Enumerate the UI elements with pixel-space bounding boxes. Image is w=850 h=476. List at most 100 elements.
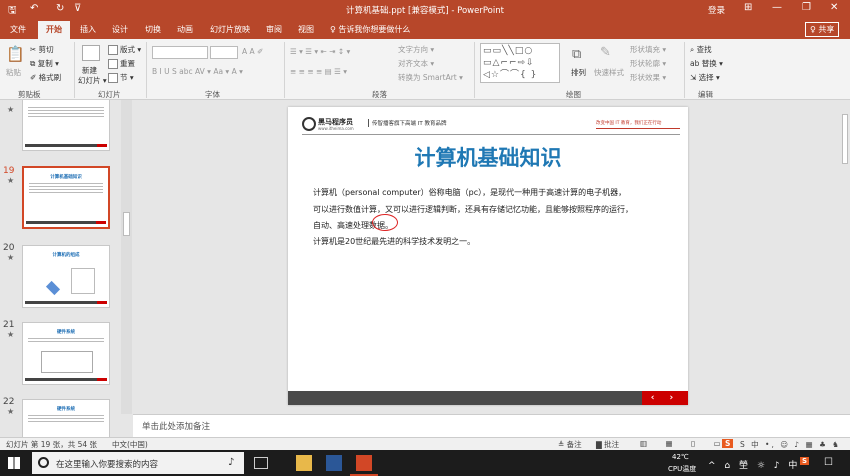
cpu-temperature: 42℃ bbox=[672, 453, 689, 461]
quick-styles-icon[interactable]: ✎ bbox=[600, 45, 611, 60]
file-explorer-icon[interactable] bbox=[296, 455, 312, 471]
slide-body-line[interactable]: 计算机（personal computer）俗称电脑（pc），是现代一种用于高速… bbox=[313, 187, 626, 198]
new-slide-dropdown[interactable]: 幻灯片 ▾ bbox=[78, 75, 107, 86]
slide-thumbnail-20[interactable]: 计算机的组成 bbox=[22, 245, 110, 308]
cut-button[interactable]: ✂ 剪切 bbox=[30, 44, 54, 55]
ink-annotation-circle bbox=[372, 214, 398, 231]
notes-pane[interactable]: 单击此处添加备注 bbox=[133, 414, 850, 437]
comments-toggle-button[interactable]: ▇ 批注 bbox=[596, 439, 619, 450]
brand-logo-icon bbox=[302, 117, 316, 131]
thumbnail-title: 硬件系统 bbox=[57, 330, 75, 335]
view-buttons[interactable]: ▥ ▦ ▯ ▭ bbox=[640, 439, 729, 448]
paste-button[interactable]: 粘贴 bbox=[6, 67, 21, 78]
notes-toggle-button[interactable]: ≜ 备注 bbox=[558, 439, 582, 450]
align-buttons[interactable]: ≡ ≡ ≡ ≡ ▤ ☰ ▾ bbox=[290, 67, 347, 76]
tab-home[interactable]: 开始 bbox=[38, 21, 70, 39]
header-divider bbox=[302, 134, 680, 135]
language-indicator[interactable]: 中文(中国) bbox=[112, 439, 148, 450]
task-view-icon[interactable] bbox=[254, 457, 268, 469]
slide-title[interactable]: 计算机基础知识 bbox=[288, 142, 688, 172]
list-buttons[interactable]: ☰ ▾ ☰ ▾ ⇤ ⇥ ↕ ▾ bbox=[290, 47, 350, 56]
section-button[interactable]: 节 ▾ bbox=[108, 72, 134, 83]
select-button[interactable]: ⇲ 选择 ▾ bbox=[690, 72, 720, 83]
slide-body-line[interactable]: 计算机是20世纪最先进的科学技术发明之一。 bbox=[313, 236, 475, 247]
tab-review[interactable]: 审阅 bbox=[266, 24, 282, 35]
slide-thumbnail-21[interactable]: 硬件系统 bbox=[22, 322, 110, 385]
align-text-button[interactable]: 对齐文本 ▾ bbox=[398, 58, 434, 69]
arrange-icon[interactable]: ⧉ bbox=[572, 47, 581, 62]
scrollbar-thumb[interactable] bbox=[123, 212, 130, 236]
text-direction-button[interactable]: 文字方向 ▾ bbox=[398, 44, 434, 55]
tab-insert[interactable]: 插入 bbox=[80, 24, 96, 35]
thumbnail-title: 计算机的组成 bbox=[52, 253, 80, 258]
font-size-box[interactable] bbox=[210, 46, 238, 59]
tab-design[interactable]: 设计 bbox=[112, 24, 128, 35]
font-name-box[interactable] bbox=[152, 46, 208, 59]
microphone-icon[interactable]: ♪ bbox=[228, 457, 234, 468]
animation-star-icon: ★ bbox=[7, 330, 15, 339]
minimize-button[interactable]: — bbox=[772, 2, 782, 13]
paste-icon[interactable]: 📋 bbox=[6, 45, 25, 63]
taskbar-search-box[interactable]: 在这里输入你要搜索的内容 ♪ bbox=[32, 452, 244, 474]
layout-button[interactable]: 版式 ▾ bbox=[108, 44, 141, 55]
ime-logo-icon[interactable]: S bbox=[722, 439, 734, 448]
ribbon-home: 📋 粘贴 ✂ 剪切 ⧉ 复制 ▾ ✐ 格式刷 剪贴板 新建 幻灯片 ▾ 版式 ▾… bbox=[0, 39, 850, 100]
separator bbox=[74, 42, 75, 98]
ime-tray-icon[interactable]: S bbox=[800, 457, 810, 465]
tab-animations[interactable]: 动画 bbox=[177, 24, 193, 35]
windows-start-icon[interactable] bbox=[8, 457, 20, 469]
format-painter-button[interactable]: ✐ 格式刷 bbox=[30, 72, 61, 83]
tab-view[interactable]: 视图 bbox=[298, 24, 314, 35]
group-font-label: 字体 bbox=[205, 90, 220, 99]
smartart-button[interactable]: 转换为 SmartArt ▾ bbox=[398, 72, 463, 83]
tab-transitions[interactable]: 切换 bbox=[145, 24, 161, 35]
close-button[interactable]: ✕ bbox=[830, 2, 838, 13]
ribbon-tabs: 文件 开始 插入 设计 切换 动画 幻灯片放映 审阅 视图 ♀ 告诉我你想要做什… bbox=[0, 20, 850, 39]
diagram-shape bbox=[71, 268, 95, 294]
status-bar: 幻灯片 第 19 张，共 54 张 中文(中国) ≜ 备注 ▇ 批注 ▥ ▦ ▯… bbox=[0, 437, 850, 459]
windows-taskbar: 在这里输入你要搜索的内容 ♪ 42℃ CPU温度 ^ ⌂ 塋 ☼ ♪ 中 S ☐ bbox=[0, 450, 850, 476]
shape-fill-button[interactable]: 形状填充 ▾ bbox=[630, 44, 666, 55]
copy-button[interactable]: ⧉ 复制 ▾ bbox=[30, 58, 59, 69]
reset-icon bbox=[108, 59, 118, 69]
separator bbox=[284, 42, 285, 98]
animation-star-icon: ★ bbox=[7, 253, 15, 262]
slide-thumbnail-22[interactable]: 硬件系统 bbox=[22, 399, 110, 437]
new-slide-icon[interactable] bbox=[82, 45, 100, 61]
thumbnail-title: 计算机基础知识 bbox=[50, 175, 82, 180]
slide-thumbnail-18[interactable] bbox=[22, 100, 110, 151]
slide-footer-bar bbox=[288, 391, 688, 405]
quick-styles-button[interactable]: 快速样式 bbox=[594, 67, 624, 78]
thumbnail-scrollbar[interactable] bbox=[121, 100, 132, 414]
tab-file[interactable]: 文件 bbox=[10, 24, 26, 35]
share-button[interactable]: ♀ 共享 bbox=[805, 22, 840, 37]
font-style-row[interactable]: B I U S abc AV ▾ Aa ▾ A ▾ bbox=[152, 67, 243, 76]
replace-button[interactable]: ab 替换 ▾ bbox=[690, 58, 723, 69]
tab-slideshow[interactable]: 幻灯片放映 bbox=[210, 24, 250, 35]
separator bbox=[684, 42, 685, 98]
ribbon-display-icon[interactable]: ⊞ bbox=[744, 2, 752, 13]
word-icon[interactable] bbox=[326, 455, 342, 471]
scrollbar-thumb[interactable] bbox=[842, 114, 848, 164]
animation-star-icon: ★ bbox=[7, 176, 15, 185]
login-link[interactable]: 登录 bbox=[708, 4, 725, 16]
group-paragraph-label: 段落 bbox=[372, 90, 387, 99]
arrange-button[interactable]: 排列 bbox=[571, 67, 586, 78]
reset-button[interactable]: 重置 bbox=[108, 58, 135, 69]
shapes-gallery[interactable]: ▭▭╲╲□○ ▭△⌐⌐⇨⇩ ◁☆⌒⌒{ } bbox=[480, 43, 560, 83]
notification-icon[interactable]: ☐ bbox=[824, 457, 833, 468]
cpu-temperature-label: CPU温度 bbox=[668, 465, 697, 473]
brand-tagline: 传智播客旗下高端 IT 教育品牌 bbox=[368, 119, 446, 127]
shape-effects-button[interactable]: 形状效果 ▾ bbox=[630, 72, 666, 83]
slide-body-line[interactable]: 可以进行数值计算，又可以进行逻辑判断，还具有存储记忆功能，且能够按照程序的运行， bbox=[313, 204, 633, 215]
maximize-button[interactable]: ❐ bbox=[802, 2, 811, 13]
system-tray[interactable]: ^ ⌂ 塋 ☼ ♪ 中 bbox=[708, 458, 800, 471]
tell-me-search[interactable]: ♀ 告诉我你想要做什么 bbox=[330, 24, 410, 35]
animation-star-icon: ★ bbox=[7, 407, 15, 416]
find-button[interactable]: ⌕ 查找 bbox=[690, 44, 712, 55]
font-grow-shrink[interactable]: A A ✐ bbox=[242, 47, 263, 56]
slide-thumbnail-19[interactable]: 计算机基础知识 bbox=[22, 166, 110, 229]
editor-scrollbar[interactable] bbox=[840, 100, 850, 414]
shape-outline-button[interactable]: 形状轮廓 ▾ bbox=[630, 58, 666, 69]
powerpoint-icon[interactable] bbox=[356, 455, 372, 471]
